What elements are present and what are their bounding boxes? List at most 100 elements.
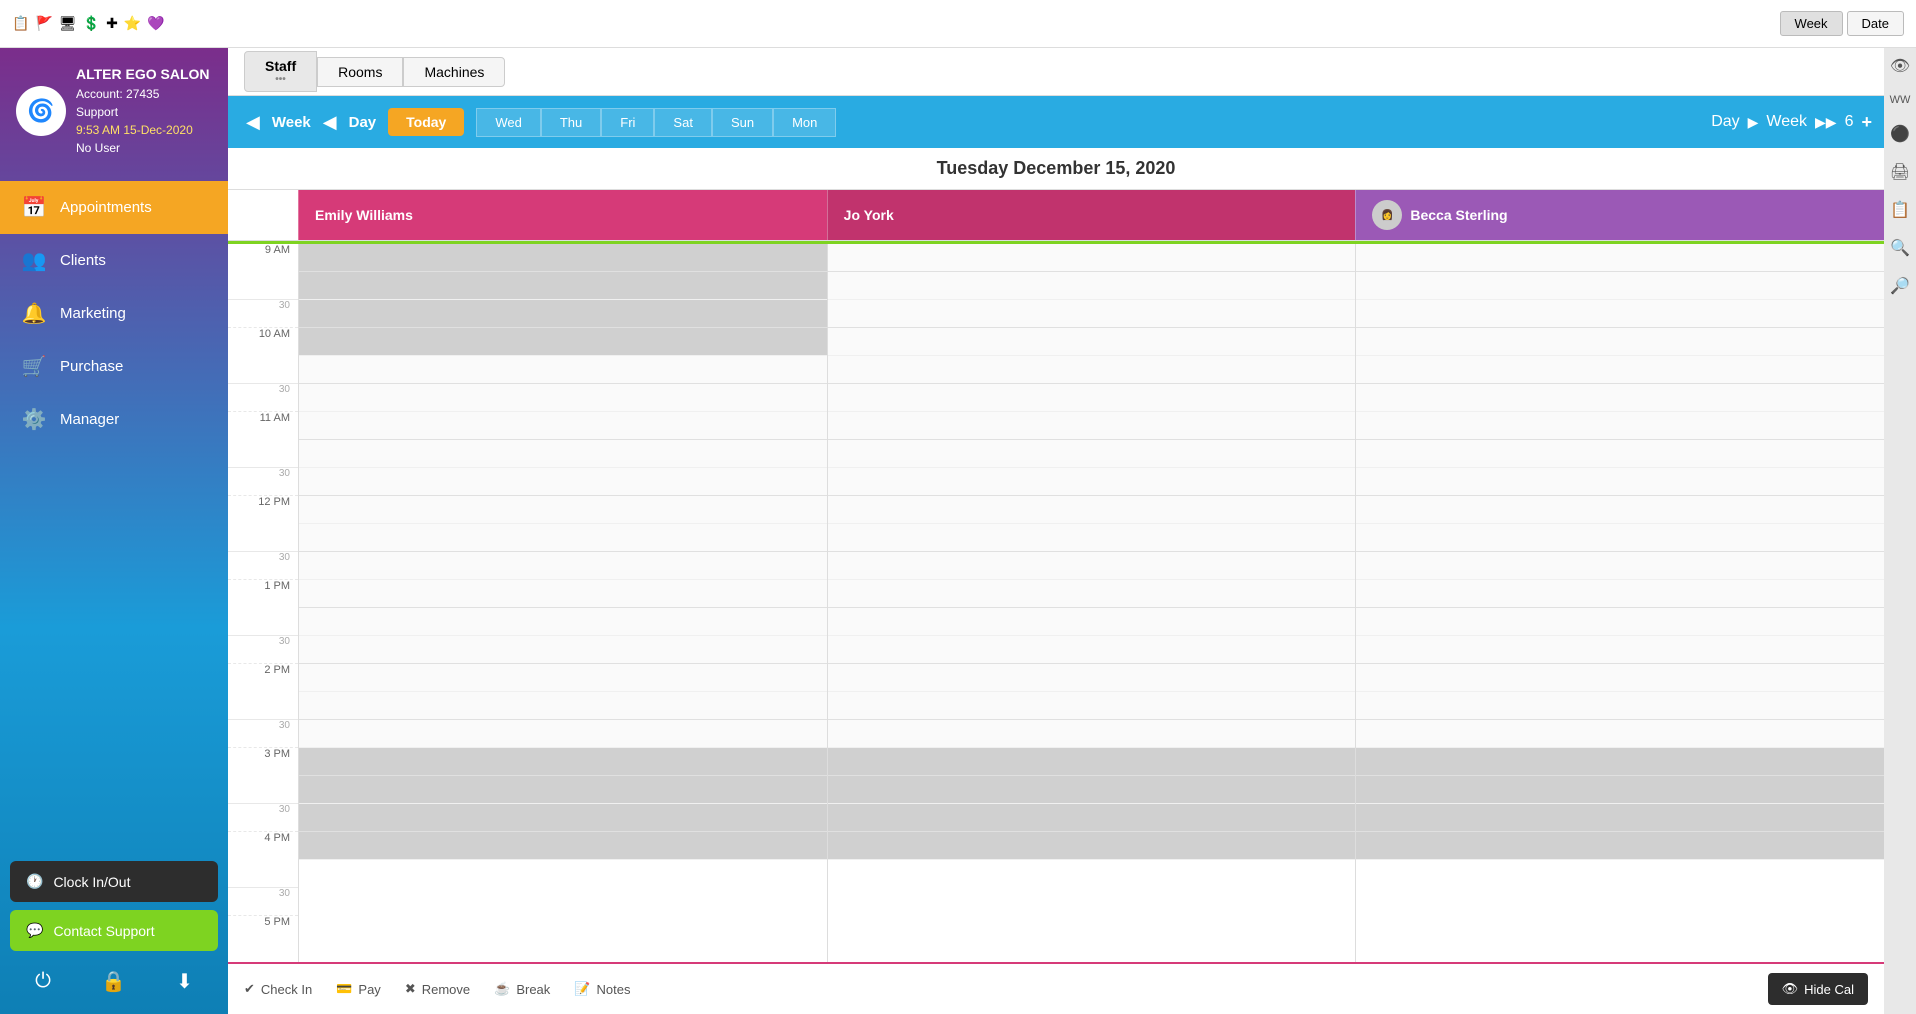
- becca-col[interactable]: [1355, 244, 1884, 962]
- slot-10-half-2[interactable]: [1356, 832, 1884, 860]
- slot-6-hour-0[interactable]: [299, 580, 827, 608]
- add-staff-btn[interactable]: +: [1861, 112, 1872, 133]
- sidebar-item-purchase[interactable]: 🛒 Purchase: [0, 340, 228, 393]
- slot-1-half-1[interactable]: [828, 328, 1356, 356]
- day-sun[interactable]: Sun: [712, 108, 773, 137]
- next-week-btn[interactable]: ▶▶: [1815, 114, 1837, 131]
- clipboard-icon[interactable]: 📋: [1890, 200, 1910, 220]
- slot-3-half-2[interactable]: [1356, 440, 1884, 468]
- slot-7-hour-2[interactable]: [1356, 636, 1884, 664]
- slot-7-half-1[interactable]: [828, 664, 1356, 692]
- pay-action[interactable]: 💳 Pay: [336, 981, 381, 997]
- slot-8-hour-2[interactable]: [1356, 692, 1884, 720]
- slot-0-half-1[interactable]: [828, 272, 1356, 300]
- sidebar-item-manager[interactable]: ⚙️ Manager: [0, 393, 228, 446]
- slot-3-hour-2[interactable]: [1356, 412, 1884, 440]
- slot-8-half-0[interactable]: [299, 720, 827, 748]
- slot-9-half-1[interactable]: [828, 776, 1356, 804]
- slot-10-half-1[interactable]: [828, 832, 1356, 860]
- slot-1-hour-2[interactable]: [1356, 300, 1884, 328]
- slot-6-hour-2[interactable]: [1356, 580, 1884, 608]
- staff-header-emily[interactable]: Emily Williams: [298, 190, 827, 240]
- staff-header-jo[interactable]: Jo York: [827, 190, 1356, 240]
- plus-icon[interactable]: ✚: [106, 15, 118, 32]
- slot-8-hour-1[interactable]: [828, 692, 1356, 720]
- ww-icon[interactable]: WW: [1890, 94, 1911, 106]
- eye-right-icon[interactable]: 👁: [1890, 56, 1910, 76]
- power-icon[interactable]: ⏻: [35, 970, 51, 993]
- slot-4-half-1[interactable]: [828, 496, 1356, 524]
- gem-icon[interactable]: 💜: [147, 15, 164, 32]
- slot-9-half-0[interactable]: [299, 776, 827, 804]
- star-icon[interactable]: ⭐: [124, 15, 141, 32]
- slot-9-half-2[interactable]: [1356, 776, 1884, 804]
- hide-cal-btn[interactable]: 👁 Hide Cal: [1768, 973, 1868, 1005]
- slot-6-half-0[interactable]: [299, 608, 827, 636]
- slot-6-hour-1[interactable]: [828, 580, 1356, 608]
- print-icon[interactable]: 🖨: [1890, 162, 1910, 182]
- checkin-action[interactable]: ✔ Check In: [244, 981, 312, 997]
- slot-6-half-2[interactable]: [1356, 608, 1884, 636]
- slot-2-half-1[interactable]: [828, 384, 1356, 412]
- slot-9-hour-0[interactable]: [299, 748, 827, 776]
- slot-3-hour-1[interactable]: [828, 412, 1356, 440]
- slot-4-hour-0[interactable]: [299, 468, 827, 496]
- slot-1-hour-1[interactable]: [828, 300, 1356, 328]
- slot-9-hour-1[interactable]: [828, 748, 1356, 776]
- zoom-in-icon[interactable]: 🔎: [1890, 276, 1910, 296]
- slot-1-hour-0[interactable]: [299, 300, 827, 328]
- slot-9-hour-2[interactable]: [1356, 748, 1884, 776]
- next-day-btn[interactable]: ▶: [1748, 114, 1759, 131]
- prev-day-btn[interactable]: ◀: [317, 110, 343, 135]
- slot-0-half-0[interactable]: [299, 272, 827, 300]
- monitor-icon[interactable]: 🖥: [59, 15, 77, 32]
- slot-8-half-2[interactable]: [1356, 720, 1884, 748]
- zoom-out-icon[interactable]: 🔍: [1890, 238, 1910, 258]
- lock-icon[interactable]: 🔒: [101, 969, 126, 994]
- day-sat[interactable]: Sat: [654, 108, 712, 137]
- week-label[interactable]: Week: [272, 114, 311, 131]
- tab-machines[interactable]: Machines: [403, 57, 505, 87]
- slot-3-hour-0[interactable]: [299, 412, 827, 440]
- sidebar-item-marketing[interactable]: 🔔 Marketing: [0, 287, 228, 340]
- slot-2-half-0[interactable]: [299, 384, 827, 412]
- download-icon[interactable]: ⬇: [176, 969, 193, 994]
- slot-0-hour-1[interactable]: [828, 244, 1356, 272]
- day-fri[interactable]: Fri: [601, 108, 654, 137]
- slot-10-hour-2[interactable]: [1356, 804, 1884, 832]
- slot-0-hour-0[interactable]: [299, 244, 827, 272]
- slot-8-half-1[interactable]: [828, 720, 1356, 748]
- tab-staff[interactable]: Staff •••: [244, 51, 317, 92]
- slot-4-hour-2[interactable]: [1356, 468, 1884, 496]
- circle-icon[interactable]: ⚫: [1890, 124, 1910, 144]
- prev-btn[interactable]: ◀: [240, 110, 266, 135]
- slot-5-half-0[interactable]: [299, 552, 827, 580]
- slot-8-hour-0[interactable]: [299, 692, 827, 720]
- slot-2-hour-0[interactable]: [299, 356, 827, 384]
- slot-3-half-1[interactable]: [828, 440, 1356, 468]
- day-wed[interactable]: Wed: [476, 108, 541, 137]
- slot-5-half-2[interactable]: [1356, 552, 1884, 580]
- slot-5-hour-2[interactable]: [1356, 524, 1884, 552]
- slot-5-hour-0[interactable]: [299, 524, 827, 552]
- slot-2-hour-2[interactable]: [1356, 356, 1884, 384]
- slot-7-hour-1[interactable]: [828, 636, 1356, 664]
- tab-rooms[interactable]: Rooms: [317, 57, 403, 87]
- day-label[interactable]: Day: [349, 114, 377, 131]
- slot-6-half-1[interactable]: [828, 608, 1356, 636]
- slot-4-half-2[interactable]: [1356, 496, 1884, 524]
- flag-icon[interactable]: 🚩: [35, 15, 52, 32]
- contact-support-btn[interactable]: 💬 Contact Support: [10, 910, 218, 951]
- slot-0-hour-2[interactable]: [1356, 244, 1884, 272]
- slot-1-half-0[interactable]: [299, 328, 827, 356]
- slot-7-hour-0[interactable]: [299, 636, 827, 664]
- week-view-btn[interactable]: Week: [1780, 11, 1843, 36]
- slot-7-half-2[interactable]: [1356, 664, 1884, 692]
- slot-10-hour-0[interactable]: [299, 804, 827, 832]
- slot-1-half-2[interactable]: [1356, 328, 1884, 356]
- jo-col[interactable]: [827, 244, 1356, 962]
- slot-4-hour-1[interactable]: [828, 468, 1356, 496]
- sidebar-item-appointments[interactable]: 📅 Appointments: [0, 181, 228, 234]
- clock-inout-btn[interactable]: 🕐 Clock In/Out: [10, 861, 218, 902]
- sidebar-item-clients[interactable]: 👥 Clients: [0, 234, 228, 287]
